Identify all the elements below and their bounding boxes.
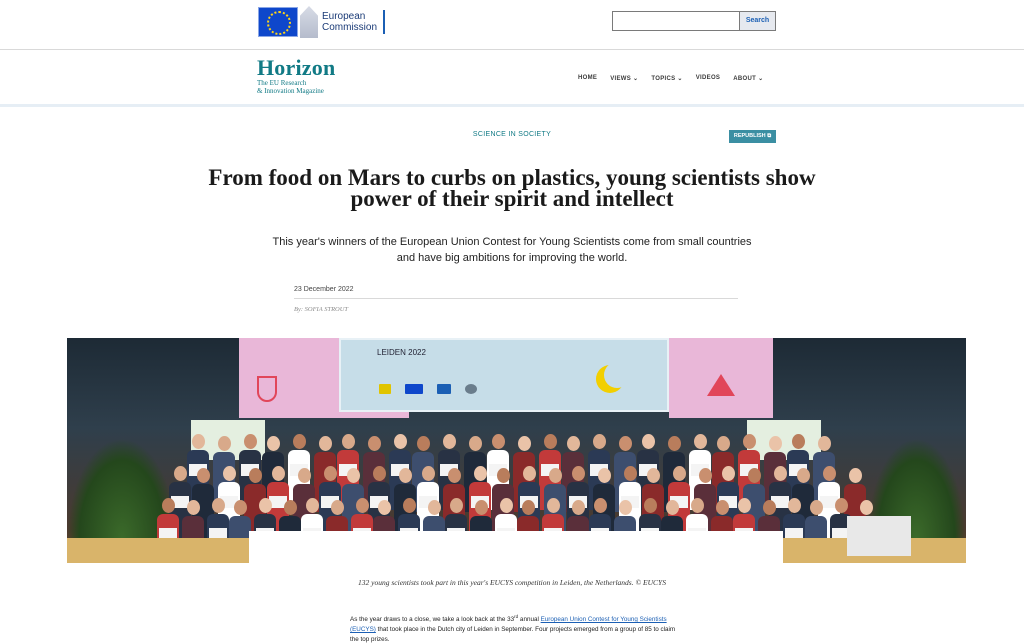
sponsor-logo bbox=[379, 384, 391, 394]
article-lead: This year's winners of the European Unio… bbox=[272, 236, 752, 264]
ec-building-icon bbox=[300, 6, 318, 38]
article-category[interactable]: SCIENCE IN SOCIETY bbox=[0, 131, 1024, 138]
ec-name: European Commission bbox=[322, 11, 377, 33]
nav-home[interactable]: HOME bbox=[578, 75, 597, 82]
horizon-logo[interactable]: Horizon The EU Research & Innovation Mag… bbox=[257, 55, 336, 96]
sponsor-logo bbox=[437, 384, 451, 394]
sponsor-logos bbox=[379, 384, 477, 394]
sponsor-logo bbox=[465, 384, 477, 394]
ec-header: European Commission Search bbox=[0, 0, 1024, 50]
stage-table bbox=[847, 516, 911, 556]
chevron-down-icon: ⌄ bbox=[677, 76, 683, 82]
article-hero-image: LEIDEN 2022 bbox=[67, 338, 966, 563]
divider bbox=[294, 298, 738, 299]
nav-about[interactable]: ABOUT ⌄ bbox=[733, 75, 763, 82]
eu-logo bbox=[405, 384, 423, 394]
article-title: From food on Mars to curbs on plastics, … bbox=[208, 165, 816, 211]
brand-name: Horizon bbox=[257, 55, 336, 80]
body-text-mid: annual bbox=[518, 616, 541, 624]
ec-separator bbox=[383, 10, 386, 34]
brand-tagline-2: & Innovation Magazine bbox=[257, 87, 324, 95]
nav-topics-label: TOPICS bbox=[651, 76, 676, 82]
flask-icon bbox=[257, 376, 277, 402]
ec-name-line2: Commission bbox=[322, 22, 378, 33]
screen-title: LEIDEN 2022 bbox=[377, 348, 426, 357]
search-button[interactable]: Search bbox=[740, 11, 776, 31]
image-overlay-panel bbox=[249, 531, 783, 563]
nav-about-label: ABOUT bbox=[733, 76, 757, 82]
republish-button[interactable]: REPUBLISH ⧉ bbox=[729, 130, 776, 143]
body-text-post: that took place in the Dutch city of Lei… bbox=[350, 626, 676, 644]
chevron-down-icon: ⌄ bbox=[633, 76, 639, 82]
article-body-paragraph: As the year draws to a close, we take a … bbox=[350, 612, 680, 644]
ec-name-line1: European bbox=[322, 11, 366, 22]
eu-flag-icon bbox=[258, 7, 298, 37]
image-caption: 132 young scientists took part in this y… bbox=[358, 578, 666, 587]
triangle-shape bbox=[707, 374, 735, 396]
article-byline: By: SOFIA STROUT bbox=[294, 306, 349, 313]
republish-label: REPUBLISH bbox=[733, 133, 766, 139]
main-nav: HOME VIEWS ⌄ TOPICS ⌄ VIDEOS ABOUT ⌄ bbox=[578, 75, 763, 82]
nav-views[interactable]: VIEWS ⌄ bbox=[610, 75, 638, 82]
nav-videos[interactable]: VIDEOS bbox=[696, 75, 720, 82]
ec-logo[interactable]: European Commission bbox=[258, 6, 386, 38]
external-icon: ⧉ bbox=[767, 133, 772, 139]
stage-screen-center: LEIDEN 2022 bbox=[339, 338, 669, 412]
site-header: Horizon The EU Research & Innovation Mag… bbox=[0, 51, 1024, 107]
nav-topics[interactable]: TOPICS ⌄ bbox=[651, 75, 682, 82]
chevron-down-icon: ⌄ bbox=[758, 76, 764, 82]
moon-shape bbox=[596, 362, 630, 393]
search-input[interactable] bbox=[612, 11, 740, 31]
nav-views-label: VIEWS bbox=[610, 76, 632, 82]
body-text-pre: As the year draws to a close, we take a … bbox=[350, 616, 515, 624]
brand-tagline-1: The EU Research bbox=[257, 79, 307, 87]
article-date: 23 December 2022 bbox=[294, 286, 354, 293]
